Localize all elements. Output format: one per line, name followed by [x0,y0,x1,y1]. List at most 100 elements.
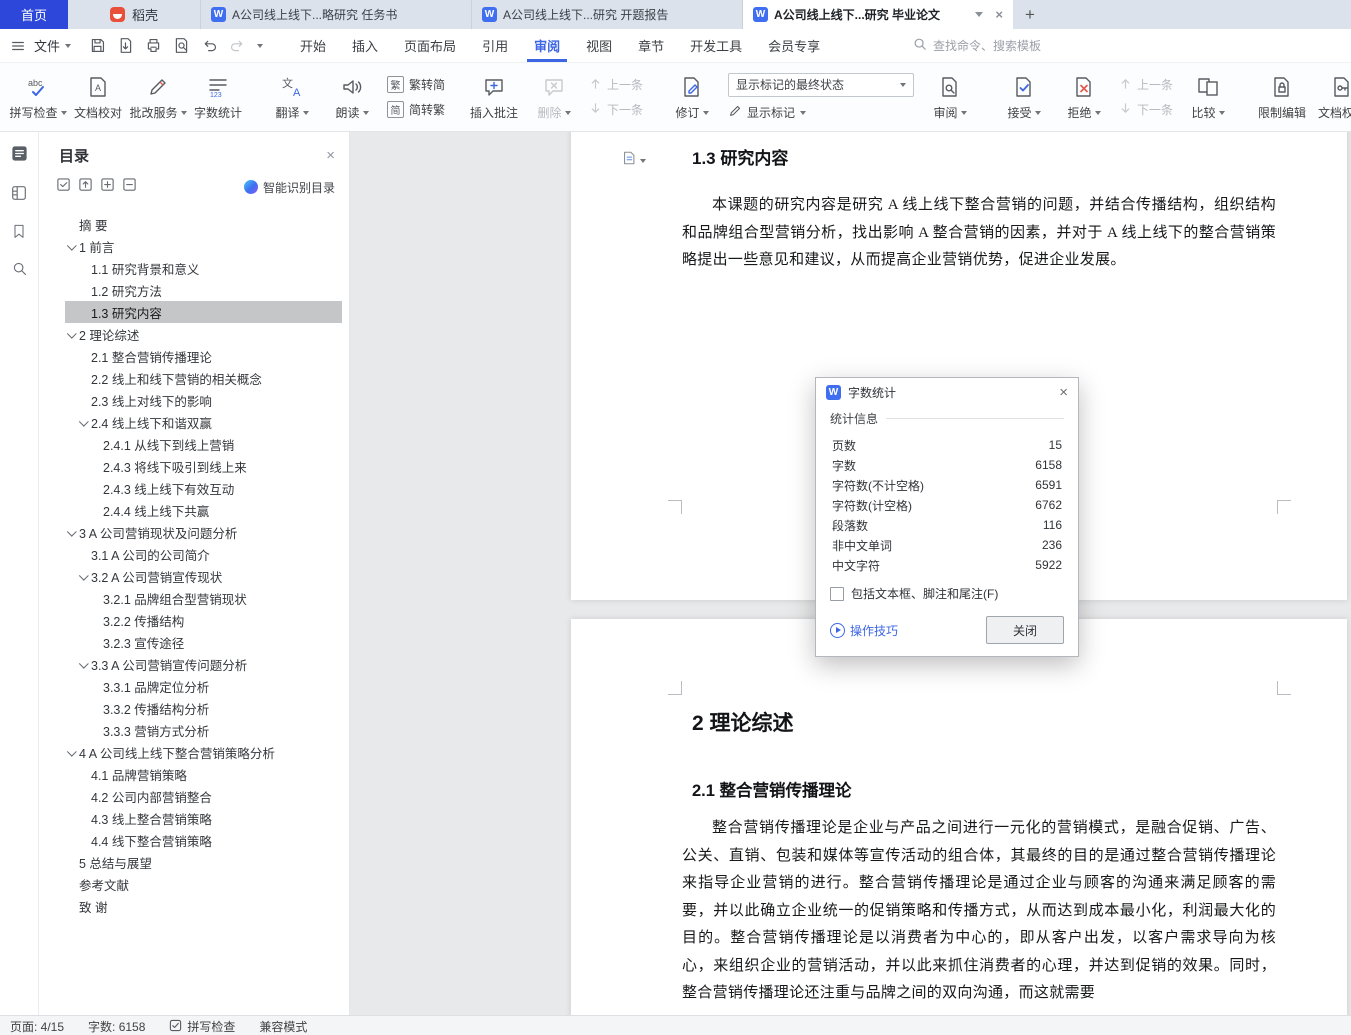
compare-button[interactable]: 比较 [1178,66,1238,128]
correction-service-button[interactable]: 批改服务 [128,66,188,128]
document-area[interactable]: 1.3 研究内容 本课题的研究内容是研究 A 线上线下整合营销的问题，并结合传播… [350,132,1351,1015]
doc-proof-button[interactable]: A 文档校对 [68,66,128,128]
chevron-down-icon[interactable] [65,749,79,756]
docer-tab[interactable]: 稻壳 [68,0,201,29]
chevron-down-icon[interactable] [65,243,79,250]
toc-item[interactable]: 2.4.3 线上线下有效互动 [65,477,342,499]
chevron-down-icon[interactable] [77,661,91,668]
toc-item[interactable]: 1.2 研究方法 [65,279,342,301]
toc-item[interactable]: 1.3 研究内容 [65,301,342,323]
toc-item[interactable]: 2 理论综述 [65,323,342,345]
toc-item[interactable]: 4.4 线下整合营销策略 [65,829,342,851]
markup-state-combobox[interactable]: 显示标记的最终状态 [728,72,915,97]
ribbon-tab[interactable]: 开发工具 [677,29,755,62]
ribbon-tab[interactable]: 章节 [625,29,677,62]
toc-item[interactable]: 摘 要 [65,213,342,235]
insert-comment-button[interactable]: 插入批注 [464,66,524,128]
toc-item[interactable]: 3.1 A 公司的公司简介 [65,543,342,565]
toc-item[interactable]: 3.3 A 公司营销宣传问题分析 [65,653,342,675]
include-footnotes-checkbox[interactable]: 包括文本框、脚注和尾注(F) [830,585,1064,602]
toc-item[interactable]: 参考文献 [65,873,342,895]
toc-item[interactable]: 2.1 整合营销传播理论 [65,345,342,367]
toc-collapse-icon[interactable] [78,177,93,197]
review-pane-button[interactable]: 审阅 [920,66,980,128]
ribbon-tab[interactable]: 会员专享 [755,29,833,62]
document-permission-button[interactable]: 文档权限 [1312,66,1351,128]
toc-item[interactable]: 2.4 线上线下和谐双赢 [65,411,342,433]
chevron-down-icon[interactable] [77,573,91,580]
find-icon[interactable] [11,260,28,282]
toc-item[interactable]: 3.3.1 品牌定位分析 [65,675,342,697]
toc-item[interactable]: 2.4.3 将线下吸引到线上来 [65,455,342,477]
home-tab[interactable]: 首页 [0,0,68,29]
toc-item[interactable]: 1.1 研究背景和意义 [65,257,342,279]
toc-item[interactable]: 3 A 公司营销现状及问题分析 [65,521,342,543]
dialog-close-button[interactable]: 关闭 [986,616,1064,644]
ribbon-tab[interactable]: 引用 [469,29,521,62]
close-icon[interactable]: × [326,147,335,164]
toc-collapse-all-icon[interactable] [122,177,137,197]
next-change-button[interactable]: 下一条 [1119,101,1173,119]
accept-change-button[interactable]: 接受 [994,66,1054,128]
ribbon-tab[interactable]: 插入 [339,29,391,62]
chevron-down-icon[interactable] [65,331,79,338]
print-preview-icon[interactable] [173,37,190,54]
prev-change-button[interactable]: 上一条 [1119,76,1173,94]
toc-item[interactable]: 4 A 公司线上线下整合营销策略分析 [65,741,342,763]
document-tab[interactable]: A公司线上线下...研究 开题报告 [472,0,743,29]
ribbon-tab[interactable]: 开始 [287,29,339,62]
simp-to-trad-button[interactable]: 简简转繁 [387,101,445,119]
restrict-editing-button[interactable]: 限制编辑 [1252,66,1312,128]
toc-item[interactable]: 3.2.1 品牌组合型营销现状 [65,587,342,609]
ribbon-tab[interactable]: 页面布局 [391,29,469,62]
page-indicator[interactable]: 页面: 4/15 [10,1018,64,1035]
ribbon-tab[interactable]: 视图 [573,29,625,62]
toc-item[interactable]: 2.4.4 线上线下共赢 [65,499,342,521]
spellcheck-status[interactable]: 拼写检查 [169,1018,235,1035]
tips-link[interactable]: 操作技巧 [830,622,898,639]
save-icon[interactable] [89,37,106,54]
track-changes-button[interactable]: 修订 [662,66,722,128]
comment-indicator[interactable] [621,150,646,171]
document-map-icon[interactable] [10,184,28,207]
toc-item[interactable]: 3.3.2 传播结构分析 [65,697,342,719]
toc-item[interactable]: 3.3.3 营销方式分析 [65,719,342,741]
smart-recognize-toc-button[interactable]: 智能识别目录 [243,179,335,196]
new-tab-button[interactable]: + [1013,0,1047,29]
chevron-down-icon[interactable] [65,529,79,536]
delete-comment-button[interactable]: 删除 [524,66,584,128]
qat-more-caret-icon[interactable] [257,43,264,48]
toc-item[interactable]: 3.2.2 传播结构 [65,609,342,631]
bookmark-icon[interactable] [11,223,27,244]
toc-item[interactable]: 4.3 线上整合营销策略 [65,807,342,829]
toc-item[interactable]: 2.2 线上和线下营销的相关概念 [65,367,342,389]
trad-to-simp-button[interactable]: 繁繁转简 [387,76,445,94]
word-count-button[interactable]: 123 字数统计 [188,66,248,128]
ribbon-tab[interactable]: 审阅 [521,29,573,62]
prev-comment-button[interactable]: 上一条 [589,76,643,94]
toc-expand-all-icon[interactable] [100,177,115,197]
compatibility-mode-indicator[interactable]: 兼容模式 [259,1018,307,1035]
toc-item[interactable]: 1 前言 [65,235,342,257]
document-page[interactable]: 2 理论综述 2.1 整合营销传播理论 整合营销传播理论是企业与产品之间进行一元… [571,619,1347,1015]
toc-item[interactable]: 5 总结与展望 [65,851,342,873]
file-menu-button[interactable]: 文件 [34,36,72,55]
tab-close-icon[interactable] [995,7,1003,22]
spell-check-button[interactable]: abc 拼写检查 [8,66,68,128]
close-icon[interactable]: × [1059,385,1068,400]
toc-item[interactable]: 4.2 公司内部营销整合 [65,785,342,807]
chevron-down-icon[interactable] [77,419,91,426]
export-pdf-icon[interactable] [117,37,134,54]
toc-panel-icon[interactable] [10,144,29,168]
hamburger-menu-icon[interactable] [10,38,26,54]
print-icon[interactable] [145,37,162,54]
next-comment-button[interactable]: 下一条 [589,101,643,119]
command-search[interactable]: 查找命令、搜索模板 [913,37,1041,54]
toc-item[interactable]: 3.2.3 宣传途径 [65,631,342,653]
dialog-titlebar[interactable]: 字数统计 × [816,378,1078,406]
toc-item[interactable]: 4.1 品牌营销策略 [65,763,342,785]
undo-icon[interactable] [201,37,218,54]
chevron-down-icon[interactable] [975,12,984,17]
show-markup-button[interactable]: 显示标记 [728,104,914,122]
toc-item[interactable]: 3.2 A 公司营销宣传现状 [65,565,342,587]
